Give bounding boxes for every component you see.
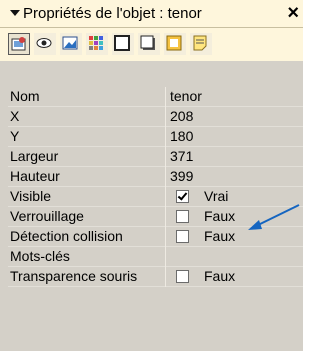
property-name: Nom	[10, 88, 40, 104]
collapse-arrow-icon[interactable]	[10, 10, 20, 16]
property-value[interactable]: tenor	[170, 88, 202, 104]
column-divider	[165, 167, 166, 187]
property-row-visible[interactable]: Visible Vrai	[8, 187, 303, 207]
shadow-box-icon[interactable]	[138, 33, 160, 55]
property-row-transparence-souris[interactable]: Transparence souris Faux	[8, 267, 303, 287]
column-divider	[165, 147, 166, 167]
property-name: Hauteur	[10, 168, 60, 184]
property-value[interactable]: 208	[170, 108, 193, 124]
property-row-nom[interactable]: Nom tenor	[8, 87, 303, 107]
panel-title: Propriétés de l'objet : tenor	[23, 5, 202, 22]
close-icon[interactable]: ×	[287, 1, 299, 25]
property-name: Visible	[10, 188, 51, 204]
image-icon[interactable]	[60, 33, 82, 55]
column-divider	[165, 87, 166, 107]
properties-icon[interactable]	[8, 33, 30, 55]
property-value: Vrai	[204, 188, 229, 204]
property-value[interactable]: 399	[170, 168, 193, 184]
property-row-detection-collision[interactable]: Détection collision Faux	[8, 227, 303, 247]
property-name: Détection collision	[10, 228, 123, 244]
property-value: Faux	[204, 228, 236, 244]
transparence-souris-checkbox[interactable]	[176, 270, 189, 283]
property-name: Y	[10, 128, 20, 144]
column-divider	[165, 247, 166, 267]
frame-icon[interactable]	[112, 33, 134, 55]
property-row-y[interactable]: Y 180	[8, 127, 303, 147]
column-divider	[165, 127, 166, 147]
grid-icon[interactable]	[86, 33, 108, 55]
property-name: Mots-clés	[10, 248, 70, 264]
toolbar	[0, 28, 303, 61]
property-name: X	[10, 108, 20, 124]
eye-icon[interactable]	[34, 33, 56, 55]
property-name: Transparence souris	[10, 268, 138, 284]
property-value[interactable]: 371	[170, 148, 193, 164]
property-row-x[interactable]: X 208	[8, 107, 303, 127]
properties-grid: Nom tenor X 208 Y 180 Largeur 371 Hauteur 399…	[8, 87, 303, 287]
column-divider	[165, 107, 166, 127]
property-row-mots-cles[interactable]: Mots-clés	[8, 247, 303, 267]
visible-checkbox[interactable]	[176, 190, 189, 203]
property-value[interactable]: 180	[170, 128, 193, 144]
property-row-largeur[interactable]: Largeur 371	[8, 147, 303, 167]
column-divider	[165, 207, 166, 227]
column-divider	[165, 227, 166, 247]
property-value: Faux	[204, 208, 236, 224]
property-name: Verrouillage	[10, 208, 84, 224]
detection-collision-checkbox[interactable]	[176, 230, 189, 243]
panel-titlebar: Propriétés de l'objet : tenor ×	[0, 0, 303, 28]
property-name: Largeur	[10, 148, 59, 164]
property-row-verrouillage[interactable]: Verrouillage Faux	[8, 207, 303, 227]
property-value: Faux	[204, 268, 236, 284]
verrouillage-checkbox[interactable]	[176, 210, 189, 223]
column-divider	[165, 187, 166, 207]
yellow-box-icon[interactable]	[164, 33, 186, 55]
properties-panel: Propriétés de l'objet : tenor × Nom tenor	[0, 0, 303, 351]
column-divider	[165, 267, 166, 287]
property-row-hauteur[interactable]: Hauteur 399	[8, 167, 303, 187]
note-icon[interactable]	[190, 33, 212, 55]
